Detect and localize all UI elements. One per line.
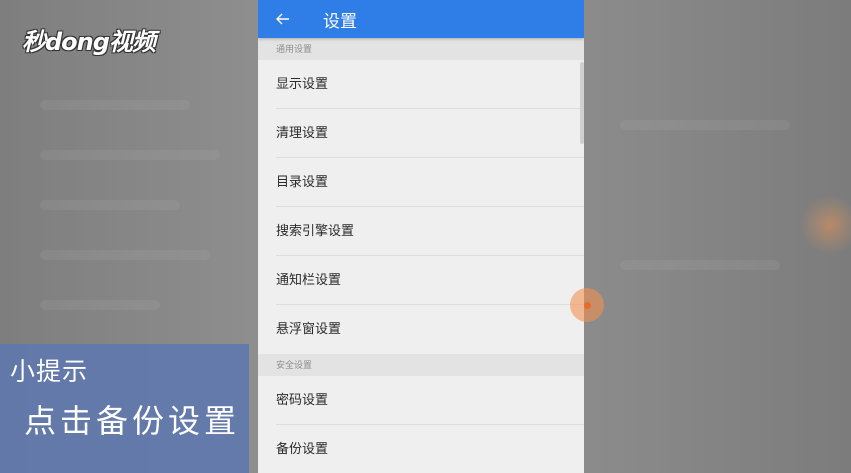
- app-bar: 设置: [258, 0, 584, 38]
- scrollbar[interactable]: [580, 62, 584, 144]
- section-header-general: 通用设置: [258, 38, 584, 60]
- background-line: [40, 200, 180, 210]
- background-line: [40, 250, 210, 260]
- background-line: [40, 300, 160, 310]
- background-line: [40, 150, 220, 160]
- arrow-left-icon: [276, 13, 289, 25]
- tip-overlay: 小提示 点击备份设置: [0, 344, 249, 473]
- background-glow: [800, 195, 851, 255]
- settings-list-security: 密码设置 备份设置: [258, 376, 584, 473]
- section-header-security: 安全设置: [258, 354, 584, 376]
- tip-text: 点击备份设置: [24, 402, 241, 440]
- setting-item-cleanup[interactable]: 清理设置: [258, 109, 584, 158]
- setting-item-notification-bar[interactable]: 通知栏设置: [258, 256, 584, 305]
- setting-item-backup[interactable]: 备份设置: [258, 425, 584, 473]
- background-line: [620, 260, 780, 270]
- background-line: [620, 120, 790, 130]
- background-line: [40, 100, 190, 110]
- setting-item-floating-window[interactable]: 悬浮窗设置: [258, 305, 584, 354]
- back-button[interactable]: [258, 0, 308, 38]
- setting-item-search-engine[interactable]: 搜索引擎设置: [258, 207, 584, 256]
- floating-ball-dot-icon: [583, 301, 591, 309]
- settings-list-general: 显示设置 清理设置 目录设置 搜索引擎设置 通知栏设置 悬浮窗设置: [258, 60, 584, 354]
- floating-ball-button[interactable]: [570, 288, 604, 322]
- page-title: 设置: [323, 11, 357, 32]
- phone-screen: 设置 通用设置 显示设置 清理设置 目录设置 搜索引擎设置 通知栏设置 悬浮窗设…: [258, 0, 584, 473]
- watermark-logo: 秒dong视频: [22, 28, 156, 56]
- tip-title: 小提示: [10, 357, 89, 386]
- setting-item-directory[interactable]: 目录设置: [258, 158, 584, 207]
- setting-item-display[interactable]: 显示设置: [258, 60, 584, 109]
- setting-item-password[interactable]: 密码设置: [258, 376, 584, 425]
